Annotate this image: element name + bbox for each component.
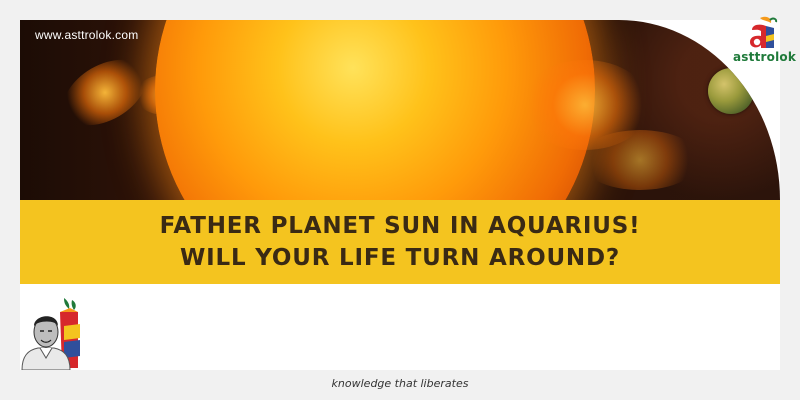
brand-name: asttrolok (733, 50, 797, 64)
solar-flare (580, 130, 700, 190)
title-band: FATHER PLANET SUN IN AQUARIUS! WILL YOUR… (20, 200, 780, 284)
planet-image (708, 68, 754, 114)
tagline: knowledge that liberates (331, 377, 469, 390)
asttrolok-logo-icon (750, 16, 778, 48)
hero-image (20, 20, 780, 200)
astrologer-portrait (20, 298, 82, 371)
site-url[interactable]: www.asttrolok.com (35, 28, 138, 42)
brand-logo[interactable]: asttrolok (733, 16, 797, 68)
title-line-2: WILL YOUR LIFE TURN AROUND? (179, 245, 621, 271)
title-line-1: FATHER PLANET SUN IN AQUARIUS! (159, 213, 641, 239)
portrait-illustration (21, 298, 80, 371)
